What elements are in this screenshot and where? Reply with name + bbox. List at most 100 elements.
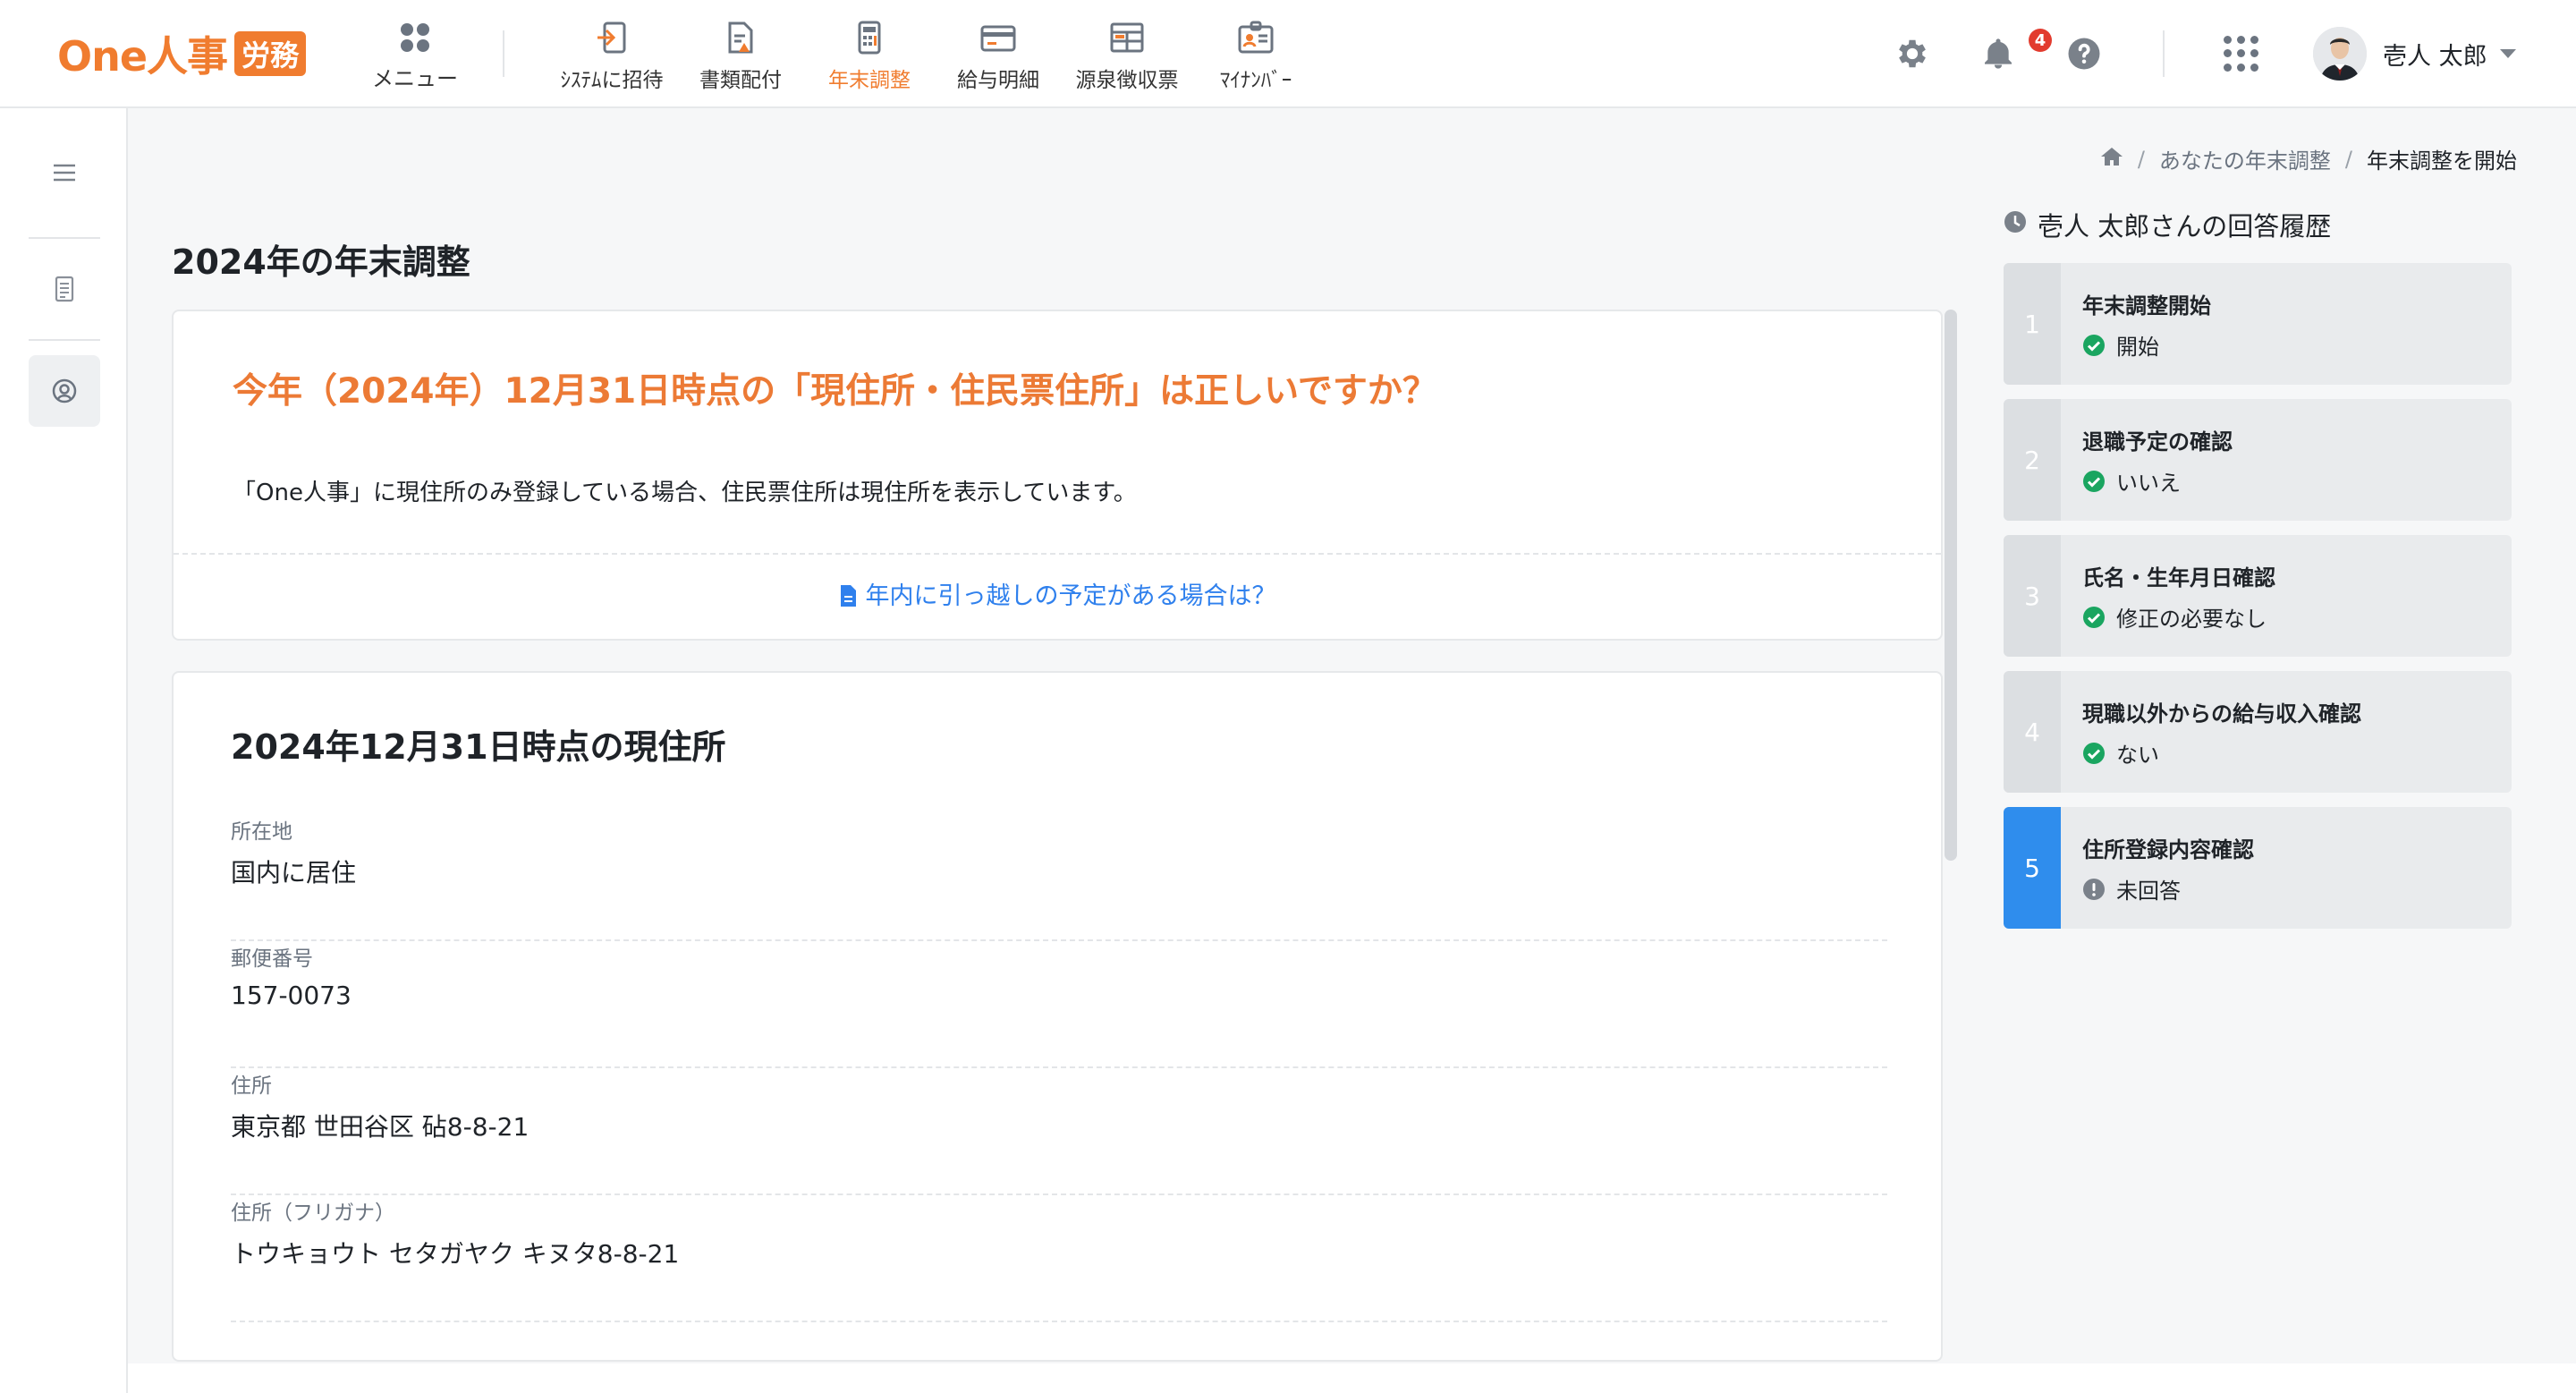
step-answer: 開始 — [2082, 329, 2159, 361]
invite-icon — [592, 20, 631, 55]
field-postal-code: 郵便番号 157-0073 — [231, 941, 1887, 1068]
document-icon — [839, 584, 857, 614]
nav-invite-label: ｼｽﾃﾑに招待 — [560, 69, 664, 92]
breadcrumb-parent-link[interactable]: あなたの年末調整 — [2159, 143, 2331, 174]
chevron-down-icon — [2499, 49, 2516, 58]
step-answer-text: 開始 — [2116, 335, 2159, 360]
nav-invite[interactable]: ｼｽﾃﾑに招待 — [547, 14, 676, 93]
menu-grid-icon — [401, 23, 429, 52]
app-switcher-grid-icon[interactable] — [2224, 36, 2259, 72]
calculator-icon — [850, 20, 889, 55]
app-logo[interactable]: One人事 労務 — [57, 27, 307, 81]
user-menu[interactable]: 壱人 太郎 — [2313, 25, 2516, 82]
step-answer: 未回答 — [2082, 873, 2181, 905]
payslip-icon — [979, 20, 1018, 55]
check-circle-icon — [2083, 470, 2105, 492]
field-value: 国内に居住 — [231, 858, 357, 888]
menu-button[interactable]: メニュー — [365, 18, 465, 91]
question-card: 今年（2024年）12月31日時点の「現住所・住民票住所」は正しいですか？ 「O… — [172, 310, 1943, 641]
nav-document-distribution[interactable]: 書類配付 — [676, 14, 805, 93]
nav-my-number-label: ﾏｲﾅﾝﾊﾞｰ — [1219, 69, 1292, 92]
breadcrumb-current: 年末調整を開始 — [2367, 149, 2517, 174]
breadcrumb: / あなたの年末調整 / 年末調整を開始 — [2100, 143, 2517, 174]
field-value: トウキョウト セタガヤク キヌタ8-8-21 — [231, 1239, 680, 1269]
logo-text: One人事 — [57, 32, 228, 81]
step-answer-text: 修正の必要なし — [2116, 607, 2267, 632]
history-step-3[interactable]: 3 氏名・生年月日確認 修正の必要なし — [2004, 535, 2512, 657]
moving-plan-help-link-text: 年内に引っ越しの予定がある場合は？ — [865, 582, 1276, 610]
step-answer: 修正の必要なし — [2082, 601, 2267, 633]
field-address: 住所 東京都 世田谷区 砧8-8-21 — [231, 1068, 1887, 1195]
answer-history-title: 壱人 太郎さんの回答履歴 — [2004, 206, 2331, 243]
page-title: 2024年の年末調整 — [172, 242, 470, 282]
rail-divider — [29, 237, 100, 239]
nav-year-end-adjustment[interactable]: 年末調整 — [805, 14, 934, 93]
help-question-icon[interactable] — [2064, 34, 2104, 73]
home-icon[interactable] — [2100, 146, 2123, 173]
field-value: 東京都 世田谷区 砧8-8-21 — [231, 1112, 530, 1142]
field-value: 157-0073 — [231, 981, 352, 1010]
footer-strip — [128, 1363, 2576, 1393]
notification-count-badge: 4 — [2029, 29, 2052, 52]
rail-divider — [29, 339, 100, 341]
exclamation-circle-icon — [2083, 878, 2105, 900]
check-circle-icon — [2083, 606, 2105, 628]
step-label: 現職以外からの給与収入確認 — [2082, 701, 2361, 726]
document-list-icon[interactable] — [29, 253, 100, 325]
main-nav: ｼｽﾃﾑに招待 書類配付 年末調整 給与明細 源泉徴収票 ﾏｲﾅﾝﾊﾞｰ — [547, 14, 1320, 93]
nav-document-distribution-label: 書類配付 — [699, 69, 782, 92]
step-answer: いいえ — [2082, 465, 2181, 497]
field-address-kana: 住所（フリガナ） トウキョウト セタガヤク キヌタ8-8-21 — [231, 1195, 1887, 1322]
step-label: 年末調整開始 — [2082, 293, 2211, 319]
user-name: 壱人 太郎 — [2383, 42, 2487, 71]
step-answer: ない — [2082, 737, 2159, 769]
nav-withholding-slip-label: 源泉徴収票 — [1075, 69, 1179, 92]
step-label: 住所登録内容確認 — [2082, 837, 2254, 862]
question-title: 今年（2024年）12月31日時点の「現住所・住民票住所」は正しいですか？ — [233, 371, 1437, 412]
breadcrumb-separator: / — [2137, 146, 2145, 172]
menu-label: メニュー — [372, 66, 458, 91]
step-number: 3 — [2004, 535, 2061, 657]
content-scrollbar[interactable] — [1945, 310, 1957, 861]
notification-bell-icon[interactable] — [1979, 34, 2018, 73]
history-step-4[interactable]: 4 現職以外からの給与収入確認 ない — [2004, 671, 2512, 793]
avatar — [2313, 27, 2367, 81]
header-divider — [503, 30, 504, 77]
header-divider — [2163, 30, 2165, 77]
step-label: 退職予定の確認 — [2082, 429, 2233, 454]
nav-year-end-adjustment-label: 年末調整 — [828, 69, 911, 92]
hamburger-menu-icon[interactable] — [29, 137, 100, 208]
nav-withholding-slip[interactable]: 源泉徴収票 — [1063, 14, 1191, 93]
withholding-slip-icon — [1107, 20, 1147, 55]
left-rail — [0, 108, 128, 1393]
step-number: 5 — [2004, 807, 2061, 929]
moving-plan-help-link[interactable]: 年内に引っ越しの予定がある場合は？ — [174, 576, 1941, 614]
breadcrumb-separator: / — [2344, 146, 2352, 172]
address-section-title: 2024年12月31日時点の現住所 — [231, 727, 726, 767]
question-description: 「One人事」に現住所のみ登録している場合、住民票住所は現住所を表示しています。 — [233, 480, 1137, 506]
step-answer-text: ない — [2116, 743, 2159, 768]
history-step-5[interactable]: 5 住所登録内容確認 未回答 — [2004, 807, 2512, 929]
settings-gear-icon[interactable] — [1893, 34, 1932, 73]
field-label: 住所（フリガナ） — [231, 1202, 395, 1225]
top-header: One人事 労務 メニュー ｼｽﾃﾑに招待 書類配付 年末調整 給与明細 源泉徴… — [0, 0, 2576, 108]
user-profile-icon[interactable] — [29, 355, 100, 427]
nav-my-number[interactable]: ﾏｲﾅﾝﾊﾞｰ — [1191, 14, 1320, 93]
step-number: 1 — [2004, 263, 2061, 385]
field-location: 所在地 国内に居住 — [231, 814, 1887, 941]
step-answer-text: 未回答 — [2116, 879, 2181, 904]
field-label: 所在地 — [231, 820, 292, 844]
check-circle-icon — [2083, 334, 2105, 356]
logo-badge: 労務 — [234, 31, 307, 76]
answer-history-title-text: 壱人 太郎さんの回答履歴 — [2038, 211, 2332, 242]
document-distribution-icon — [721, 20, 760, 55]
step-number: 4 — [2004, 671, 2061, 793]
step-label: 氏名・生年月日確認 — [2082, 565, 2275, 590]
nav-payslip-label: 給与明細 — [957, 69, 1039, 92]
field-label: 住所 — [231, 1074, 272, 1098]
nav-payslip[interactable]: 給与明細 — [934, 14, 1063, 93]
address-card: 2024年12月31日時点の現住所 所在地 国内に居住 郵便番号 157-007… — [172, 671, 1943, 1362]
history-step-2[interactable]: 2 退職予定の確認 いいえ — [2004, 399, 2512, 521]
history-step-1[interactable]: 1 年末調整開始 開始 — [2004, 263, 2512, 385]
check-circle-icon — [2083, 742, 2105, 764]
